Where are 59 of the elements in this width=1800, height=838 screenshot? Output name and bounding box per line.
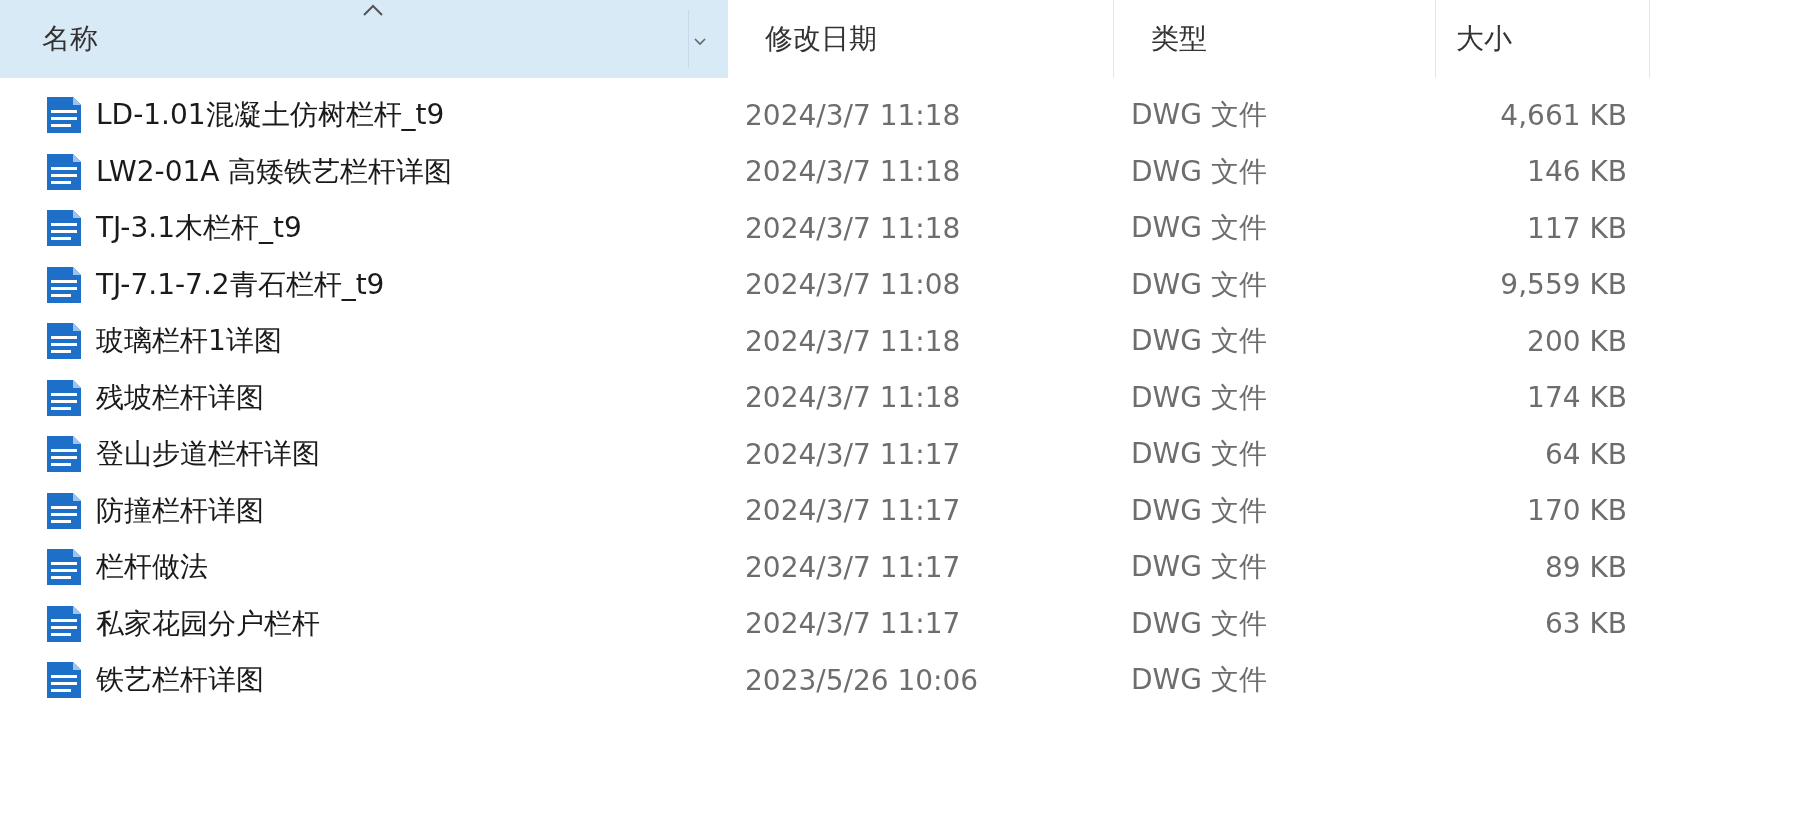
file-type: DWG 文件 — [1131, 663, 1267, 697]
modified-date: 2024/3/7 11:17 — [745, 607, 961, 641]
file-size: 146 KB — [1527, 155, 1627, 189]
column-header[interactable]: 名称 — [0, 0, 727, 78]
file-name[interactable]: LD-1.01混凝土仿树栏杆_t9 — [96, 96, 445, 135]
file-icon — [46, 491, 82, 530]
file-icon — [46, 265, 82, 304]
caret-icon[interactable] — [694, 38, 706, 46]
file-name[interactable]: 玻璃栏杆1详图 — [96, 322, 282, 361]
modified-date: 2024/3/7 11:18 — [745, 211, 961, 245]
file-size: 63 KB — [1544, 607, 1627, 641]
file-name[interactable]: 私家花园分户栏杆 — [96, 604, 320, 643]
file-name[interactable]: 防撞栏杆详图 — [96, 491, 264, 530]
file-type: DWG 文件 — [1131, 550, 1267, 584]
file-type: DWG 文件 — [1131, 98, 1267, 132]
modified-date: 2024/3/7 11:18 — [745, 155, 961, 189]
file-type: DWG 文件 — [1131, 267, 1267, 301]
file-size: 170 KB — [1527, 494, 1627, 528]
file-icon — [46, 604, 82, 643]
file-icon — [46, 548, 82, 587]
file-name[interactable]: 铁艺栏杆详图 — [96, 661, 264, 700]
column-header[interactable]: 修改日期 — [745, 0, 1113, 78]
file-type: DWG 文件 — [1131, 493, 1267, 527]
modified-date: 2024/3/7 11:17 — [745, 437, 961, 471]
file-name[interactable]: TJ-3.1木栏杆_t9 — [96, 209, 302, 248]
column-header[interactable]: 大小 — [1436, 0, 1649, 78]
file-type: DWG 文件 — [1131, 380, 1267, 414]
modified-date: 2024/3/7 11:18 — [745, 324, 961, 358]
modified-date: 2024/3/7 11:18 — [745, 381, 961, 415]
modified-date: 2023/5/26 10:06 — [745, 663, 979, 697]
modified-date: 2024/3/7 11:17 — [745, 550, 961, 584]
file-type: DWG 文件 — [1131, 437, 1267, 471]
file-name[interactable]: 栏杆做法 — [96, 548, 208, 587]
file-icon — [46, 322, 82, 361]
file-name[interactable]: 残坡栏杆详图 — [96, 378, 264, 417]
file-type: DWG 文件 — [1131, 154, 1267, 188]
file-size: 4,661 KB — [1500, 98, 1627, 132]
file-type: DWG 文件 — [1131, 211, 1267, 245]
modified-date: 2024/3/7 11:18 — [745, 98, 961, 132]
file-icon — [46, 378, 82, 417]
modified-date: 2024/3/7 11:08 — [745, 268, 961, 302]
modified-date: 2024/3/7 11:17 — [745, 494, 961, 528]
file-size: 174 KB — [1527, 381, 1627, 415]
file-icon — [46, 435, 82, 474]
file-size: 200 KB — [1527, 324, 1627, 358]
file-icon — [46, 209, 82, 248]
file-name[interactable]: LW2-01A 高矮铁艺栏杆详图 — [96, 152, 453, 191]
file-icon — [46, 152, 82, 191]
file-size: 89 KB — [1544, 550, 1627, 584]
file-type: DWG 文件 — [1131, 606, 1267, 640]
file-type: DWG 文件 — [1131, 324, 1267, 358]
column-header[interactable]: 类型 — [1131, 0, 1435, 78]
file-name[interactable]: 登山步道栏杆详图 — [96, 435, 320, 474]
file-size: 64 KB — [1544, 437, 1627, 471]
file-icon — [46, 96, 82, 135]
file-size: 9,559 KB — [1500, 268, 1627, 302]
file-size: 117 KB — [1527, 211, 1627, 245]
file-name[interactable]: TJ-7.1-7.2青石栏杆_t9 — [96, 265, 385, 304]
file-icon — [46, 661, 82, 700]
